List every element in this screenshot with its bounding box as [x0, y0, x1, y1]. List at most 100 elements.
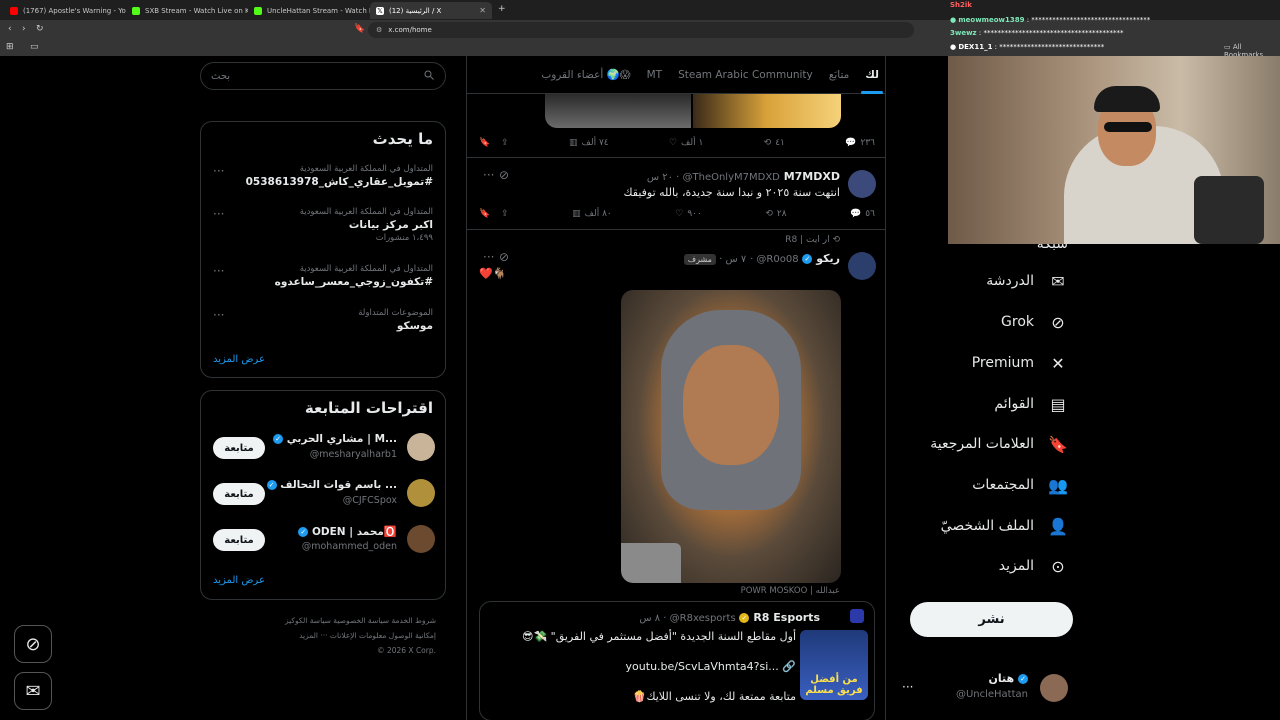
avatar[interactable] — [848, 170, 876, 198]
avatar — [407, 479, 435, 507]
trend-item[interactable]: المتداول في المملكة العربية السعودية اكب… — [223, 207, 433, 243]
nav-item-communities[interactable]: المجتمعات 👥 — [972, 470, 1068, 500]
nav-item-grok[interactable]: Grok ⊘ — [1001, 307, 1068, 337]
follow-button[interactable]: متابعة — [213, 437, 265, 459]
moderator-badge: مشرف — [683, 254, 716, 265]
reply-button[interactable]: 💬 ٢٣٦ — [845, 138, 875, 148]
nav-item-lists[interactable]: القوائم ▤ — [994, 389, 1068, 419]
bookmark-icon: 🔖 — [1048, 434, 1068, 454]
footer-links[interactable]: شروط الخدمة سياسة الخصوصية سياسة الكوكيز… — [200, 616, 446, 655]
divider — [467, 229, 885, 230]
like-button[interactable]: ♡ ١ ألف — [669, 138, 703, 148]
user-handle: @CJFCSpox — [342, 495, 397, 506]
tab-group-members[interactable]: أعضاء القروب 🌍😱 — [533, 56, 638, 94]
forward-icon[interactable]: › — [22, 24, 26, 34]
tweet-actions: 💬 ٥٦ ⟲ ٢٨ ♡ ٩٠٠ ▥ ٨٠ ألف 🔖 ⇪ — [479, 209, 875, 219]
follow-suggestion[interactable]: ✓ مشاري الحربي | M... @mesharyalharb1 مت… — [211, 431, 435, 465]
trend-item[interactable]: المتداول في المملكة العربية السعودية #تك… — [223, 264, 433, 288]
tab-title: (12) الرئيسية / X — [389, 6, 442, 15]
share-icon[interactable]: ⇪ — [501, 209, 509, 219]
address-bar[interactable]: ⚙ x.com/home — [368, 22, 914, 38]
like-button[interactable]: ♡ ٩٠٠ — [675, 209, 702, 219]
bookmark-star-icon[interactable]: 🔖 — [354, 24, 365, 34]
more-options-icon[interactable]: ··· — [483, 168, 494, 182]
grok-icon[interactable]: ⊘ — [499, 250, 509, 264]
more-options-icon[interactable]: ··· — [902, 680, 913, 694]
repost-button[interactable]: ⟲ ٤١ — [764, 138, 785, 148]
back-icon[interactable]: ‹ — [8, 24, 12, 34]
tab-title: (1767) Apostle's Warning - YouTube — [23, 6, 126, 15]
tab-steam-arabic[interactable]: Steam Arabic Community — [670, 56, 821, 94]
browser-tab-kick-sxb[interactable]: SXB Stream - Watch Live on Kick — [126, 2, 248, 19]
heart-icon: ♡ — [668, 138, 678, 148]
views-icon: ▥ — [569, 138, 578, 148]
who-to-follow-title: اقتراحات المتابعة — [304, 399, 433, 417]
more-options-icon[interactable]: ··· — [213, 164, 224, 178]
search-icon — [423, 69, 435, 84]
url-text: x.com/home — [388, 26, 432, 34]
messages-float-button[interactable]: ✉ — [14, 672, 52, 710]
more-options-icon[interactable]: ··· — [213, 207, 224, 221]
reply-button[interactable]: 💬 ٥٦ — [850, 209, 875, 219]
nav-item-bookmarks[interactable]: العلامات المرجعية 🔖 — [930, 429, 1068, 459]
folder-icon[interactable]: ▭ — [30, 42, 39, 52]
chat-message: Sh2ik — [950, 1, 972, 9]
tweet-media-video[interactable] — [621, 290, 841, 583]
avatar[interactable] — [848, 252, 876, 280]
tab-following[interactable]: متابَع — [821, 56, 858, 94]
more-options-icon[interactable]: ··· — [213, 264, 224, 278]
show-more-follow-link[interactable]: عرض المزيد — [213, 575, 265, 586]
repost-icon: ⟲ — [832, 235, 840, 245]
verified-icon: ✓ — [1018, 674, 1028, 684]
nav-item-chat[interactable]: الدردشة ✉ — [986, 266, 1068, 296]
user-handle: @mohammed_oden — [301, 541, 397, 552]
bookmark-icon[interactable]: 🔖 — [479, 138, 490, 148]
browser-tab-youtube[interactable]: (1767) Apostle's Warning - YouTube — [4, 2, 126, 19]
close-tab-icon[interactable]: ✕ — [479, 6, 486, 15]
grok-icon[interactable]: ⊘ — [499, 168, 509, 182]
reload-icon[interactable]: ↻ — [36, 24, 44, 34]
whats-happening-panel: ما يحدث المتداول في المملكة العربية السع… — [200, 121, 446, 378]
tweet-header: ٢٠ س · @TheOnlyM7MDXD M7MDXD — [646, 170, 840, 183]
post-button[interactable]: نشر — [910, 602, 1073, 637]
browser-tab-kick-unclehattan[interactable]: UncleHattan Stream - Watch Live on — [248, 2, 370, 19]
follow-suggestion[interactable]: ✓ ODEN | محمد🅾️ @mohammed_oden متابعة — [211, 523, 435, 557]
bookmark-share-group: 🔖 ⇪ — [479, 209, 509, 219]
tab-mt[interactable]: MT — [639, 56, 670, 94]
more-options-icon[interactable]: ··· — [483, 250, 494, 264]
tweet-text: ❤️🐐 — [479, 267, 507, 280]
follow-button[interactable]: متابعة — [213, 529, 265, 551]
bookmark-icon[interactable]: 🔖 — [479, 209, 490, 219]
card-header: ٨ س · @R8xesports ✓ R8 Esports — [639, 611, 820, 624]
views-button[interactable]: ▥ ٨٠ ألف — [572, 209, 612, 219]
browser-tab-x-home[interactable]: 𝕏 (12) الرئيسية / X ✕ — [370, 2, 492, 19]
share-icon[interactable]: ⇪ — [501, 138, 509, 148]
trend-item[interactable]: المتداول في المملكة العربية السعودية #تم… — [223, 164, 433, 188]
tweet-media-image[interactable] — [545, 94, 691, 128]
nav-item-profile[interactable]: الملف الشخصيّ 👤 — [941, 511, 1068, 541]
tab-for-you[interactable]: لك — [857, 56, 885, 94]
video-thumbnail[interactable] — [621, 543, 681, 583]
trend-item[interactable]: الموضوعات المتداولة موسكو — [223, 308, 433, 332]
quoted-tweet-card[interactable]: ٨ س · @R8xesports ✓ R8 Esports أول مقاطع… — [479, 601, 875, 720]
show-more-trends-link[interactable]: عرض المزيد — [213, 354, 265, 365]
grok-icon: ⊘ — [25, 633, 41, 655]
site-info-icon[interactable]: ⚙ — [376, 26, 382, 34]
new-tab-button[interactable]: + — [498, 4, 506, 14]
repost-button[interactable]: ⟲ ٢٨ — [765, 209, 786, 219]
follow-suggestion[interactable]: ✓ باسم قوات التحالف ... @CJFCSpox متابعة — [211, 477, 435, 511]
card-link[interactable]: youtu.be/ScvLaVhmta4?si... 🔗 — [626, 660, 796, 673]
verified-icon: ✓ — [273, 434, 284, 444]
card-thumbnail[interactable]: من أفضل فريق مسلم — [800, 630, 868, 700]
nav-item-more[interactable]: المزيد ⊙ — [999, 551, 1068, 581]
search-input[interactable]: بحث — [200, 62, 446, 90]
apps-icon[interactable]: ⊞ — [6, 42, 14, 52]
grok-float-button[interactable]: ⊘ — [14, 625, 52, 663]
follow-button[interactable]: متابعة — [213, 483, 265, 505]
nav-item-premium[interactable]: Premium ✕ — [972, 348, 1068, 378]
views-button[interactable]: ▥ ٧٤ ألف — [569, 138, 609, 148]
grok-icon: ⊘ — [1051, 312, 1065, 332]
more-options-icon[interactable]: ··· — [213, 308, 224, 322]
tweet-media-image[interactable] — [693, 94, 841, 128]
account-switcher[interactable]: هتان ✓ @UncleHattan ··· — [900, 672, 1070, 706]
